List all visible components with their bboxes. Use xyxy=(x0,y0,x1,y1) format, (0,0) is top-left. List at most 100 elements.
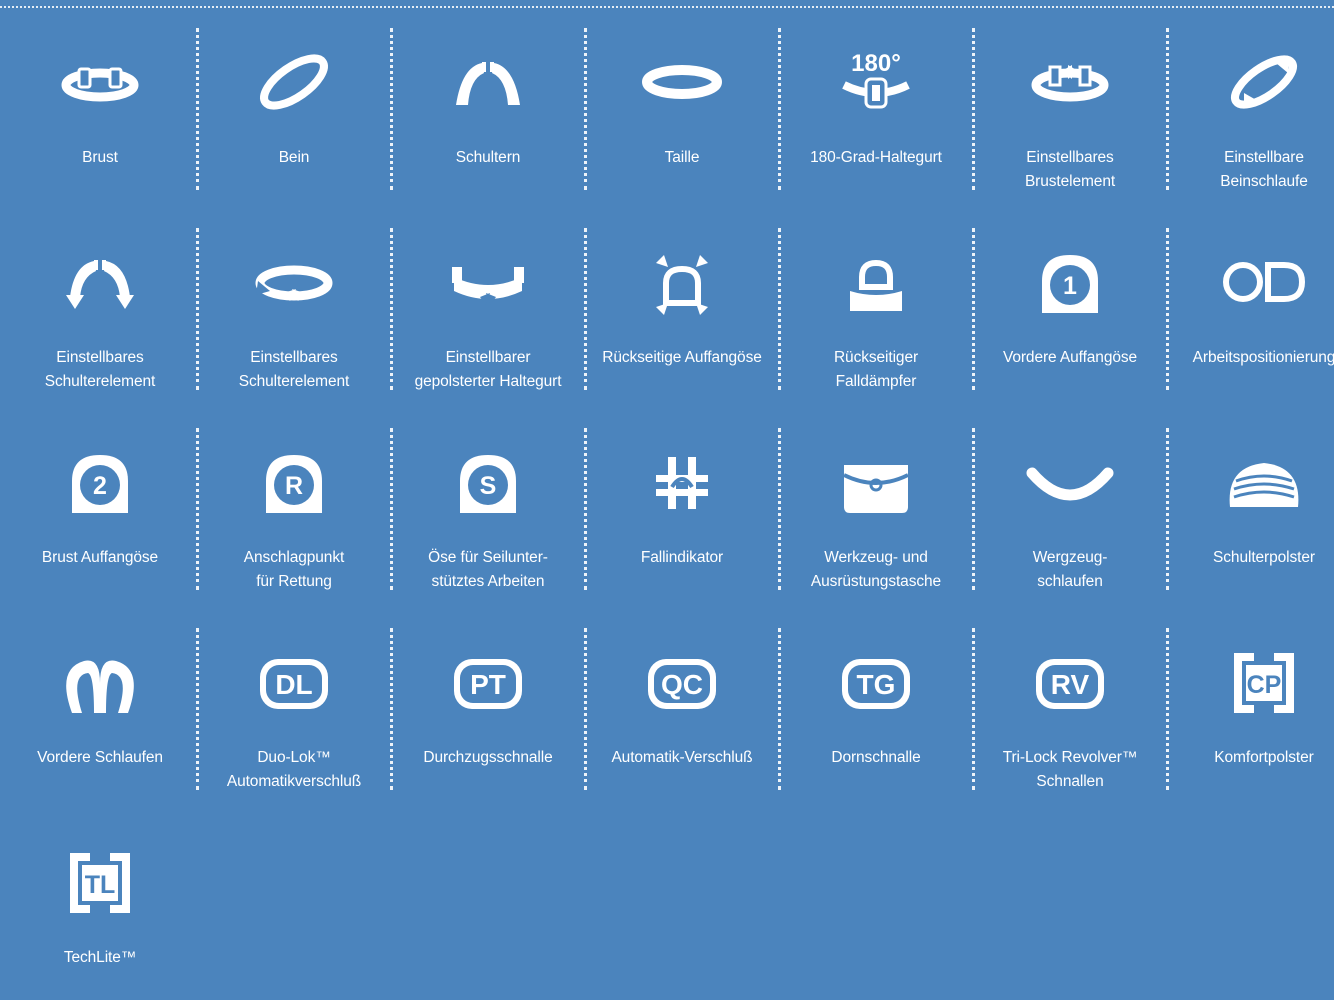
feature-cell: Vordere Schlaufen xyxy=(3,600,197,800)
adjustable-padded-belt-icon xyxy=(391,247,585,317)
feature-label: Werkzeug- und Ausrüstungstasche xyxy=(810,549,942,590)
feature-cell: QC Automatik-Verschluß xyxy=(585,600,779,800)
feature-cell: Werkzeug- und Ausrüstungstasche xyxy=(779,400,973,600)
front-loops-icon xyxy=(3,647,197,717)
tool-loops-icon xyxy=(973,447,1167,517)
feature-label: Fallindikator xyxy=(640,549,724,566)
shoulder-strap-icon xyxy=(391,47,585,117)
feature-cell: 180° 180-Grad-Haltegurt xyxy=(779,0,973,200)
feature-cell: Rückseitige Auffangöse xyxy=(585,200,779,400)
feature-icon-grid: Brust Bein Schultern Taille 180° 180-Grad-H… xyxy=(3,0,1334,971)
duo-lok-icon: DL xyxy=(197,647,391,717)
svg-text:S: S xyxy=(480,472,497,500)
rear-shock-absorber-icon xyxy=(779,247,973,317)
feature-label: 180-Grad-Haltegurt xyxy=(810,149,942,166)
feature-cell: Brust xyxy=(3,0,197,200)
feature-cell: CP Komfortpolster xyxy=(1167,600,1334,800)
rescue-anchor-r-icon: R xyxy=(197,447,391,517)
feature-cell: Wergzeug- schlaufen xyxy=(973,400,1167,600)
svg-text:DL: DL xyxy=(275,669,312,700)
feature-cell: PT Durchzugsschnalle xyxy=(391,600,585,800)
revolver-buckle-icon: RV xyxy=(973,647,1167,717)
feature-label: TechLite™ xyxy=(63,949,137,966)
svg-text:CP: CP xyxy=(1247,671,1282,699)
front-d-ring-1-icon: 1 xyxy=(973,247,1167,317)
svg-text:TG: TG xyxy=(857,669,896,700)
svg-text:1: 1 xyxy=(1063,272,1077,300)
adjustable-shoulder-belt-icon xyxy=(197,247,391,317)
svg-text:PT: PT xyxy=(470,669,506,700)
feature-label: Komfortpolster xyxy=(1214,749,1314,766)
waist-belt-icon xyxy=(585,47,779,117)
svg-text:180°: 180° xyxy=(851,50,901,77)
feature-label: Durchzugsschnalle xyxy=(423,749,553,766)
feature-label: Einstellbares Schulterelement xyxy=(44,349,156,390)
feature-label: Taille xyxy=(664,149,700,166)
feature-cell: Einstellbare Beinschlaufe xyxy=(1167,0,1334,200)
180-degree-belt-icon: 180° xyxy=(779,47,973,117)
feature-label: Dornschnalle xyxy=(831,749,921,766)
feature-label: Vordere Schlaufen xyxy=(37,749,163,766)
feature-label: Rückseitiger Falldämpfer xyxy=(833,349,919,390)
feature-label: Wergzeug- schlaufen xyxy=(1032,549,1108,590)
comfort-pad-icon: CP xyxy=(1167,647,1334,717)
feature-cell: S Öse für Seilunter- stütztes Arbeiten xyxy=(391,400,585,600)
feature-label: Bein xyxy=(278,149,310,166)
feature-label: Anschlagpunkt für Rettung xyxy=(243,549,345,590)
feature-cell: Schulterpolster xyxy=(1167,400,1334,600)
feature-cell: Fallindikator xyxy=(585,400,779,600)
feature-cell: RV Tri-Lock Revolver™ Schnallen xyxy=(973,600,1167,800)
feature-label: Schultern xyxy=(455,149,521,166)
feature-label: Duo-Lok™ Automatikverschluß xyxy=(226,749,362,790)
svg-text:TL: TL xyxy=(85,871,116,899)
feature-cell: Bein xyxy=(197,0,391,200)
feature-cell: Einstellbares Schulterelement xyxy=(3,200,197,400)
adjustable-shoulder-icon xyxy=(3,247,197,317)
feature-cell: Taille xyxy=(585,0,779,200)
feature-label: Einstellbares Schulterelement xyxy=(238,349,350,390)
feature-label: Rückseitige Auffangöse xyxy=(602,349,762,366)
feature-cell: Einstellbares Schulterelement xyxy=(197,200,391,400)
leg-strap-icon xyxy=(197,47,391,117)
rope-access-s-icon: S xyxy=(391,447,585,517)
work-positioning-icon xyxy=(1167,247,1334,317)
feature-label: Schulterpolster xyxy=(1213,549,1315,566)
feature-label: Brust xyxy=(82,149,118,166)
feature-cell: TL TechLite™ xyxy=(3,800,197,1000)
feature-label: Einstellbare Beinschlaufe xyxy=(1220,149,1308,190)
rear-d-ring-icon xyxy=(585,247,779,317)
feature-label: Öse für Seilunter- stütztes Arbeiten xyxy=(428,549,548,590)
shoulder-pad-icon xyxy=(1167,447,1334,517)
tool-pouch-icon xyxy=(779,447,973,517)
adjustable-chest-icon xyxy=(973,47,1167,117)
chest-d-ring-2-icon: 2 xyxy=(3,447,197,517)
feature-cell: TG Dornschnalle xyxy=(779,600,973,800)
svg-text:RV: RV xyxy=(1051,669,1090,700)
feature-label: Automatik-Verschluß xyxy=(611,749,753,766)
fall-indicator-icon xyxy=(585,447,779,517)
svg-text:R: R xyxy=(285,472,303,500)
feature-cell: Rückseitiger Falldämpfer xyxy=(779,200,973,400)
svg-text:QC: QC xyxy=(661,669,703,700)
feature-cell: Schultern xyxy=(391,0,585,200)
chest-strap-icon xyxy=(3,47,197,117)
feature-cell: 1 Vordere Auffangöse xyxy=(973,200,1167,400)
feature-cell: Einstellbarer gepolsterter Haltegurt xyxy=(391,200,585,400)
pass-through-buckle-icon: PT xyxy=(391,647,585,717)
quick-connect-icon: QC xyxy=(585,647,779,717)
svg-text:2: 2 xyxy=(93,472,107,500)
feature-label: Arbeitspositionierung xyxy=(1192,349,1334,366)
techlite-icon: TL xyxy=(3,847,197,917)
feature-label: Tri-Lock Revolver™ Schnallen xyxy=(1002,749,1138,790)
adjustable-leg-loop-icon xyxy=(1167,47,1334,117)
tongue-buckle-icon: TG xyxy=(779,647,973,717)
feature-label: Einstellbarer gepolsterter Haltegurt xyxy=(414,349,562,390)
feature-cell: Einstellbares Brustelement xyxy=(973,0,1167,200)
feature-cell: R Anschlagpunkt für Rettung xyxy=(197,400,391,600)
feature-cell: 2 Brust Auffangöse xyxy=(3,400,197,600)
feature-label: Brust Auffangöse xyxy=(41,549,159,566)
feature-label: Einstellbares Brustelement xyxy=(1024,149,1116,190)
feature-label: Vordere Auffangöse xyxy=(1002,349,1138,366)
feature-cell: Arbeitspositionierung xyxy=(1167,200,1334,400)
feature-cell: DL Duo-Lok™ Automatikverschluß xyxy=(197,600,391,800)
